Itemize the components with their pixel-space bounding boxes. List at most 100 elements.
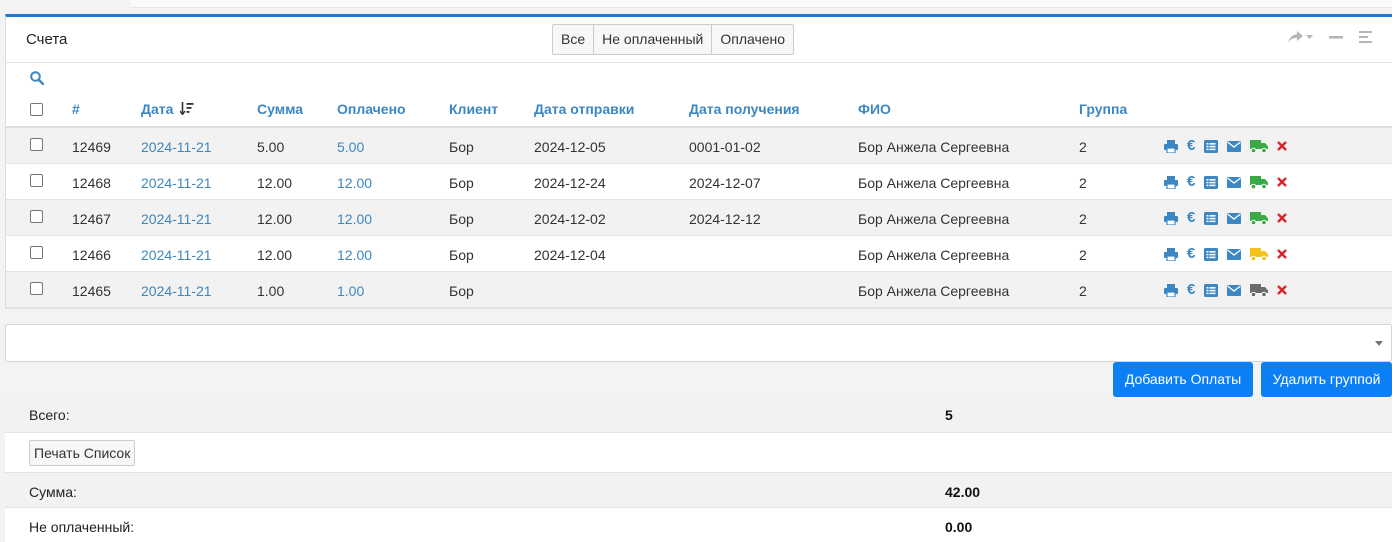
list-icon[interactable] <box>1204 211 1219 225</box>
table-row: 12468 2024-11-21 12.00 12.00 Бор 2024-12-24 20… <box>6 164 1392 200</box>
cell-client: Бор <box>449 283 474 299</box>
cell-client: Бор <box>449 175 474 191</box>
cell-paid[interactable]: 5.00 <box>337 139 364 155</box>
table-row: 12465 2024-11-21 1.00 1.00 Бор Бор Анжела Сер… <box>6 272 1392 308</box>
sort-desc-icon <box>179 102 194 116</box>
truck-icon[interactable] <box>1250 247 1269 261</box>
column-header-sent-date[interactable]: Дата отправки <box>534 101 634 117</box>
delete-icon[interactable] <box>1277 141 1288 151</box>
delete-icon[interactable] <box>1277 249 1288 259</box>
filter-paid-button[interactable]: Оплачено <box>712 25 793 54</box>
cell-date[interactable]: 2024-11-21 <box>141 175 212 191</box>
cell-group: 2 <box>1079 211 1087 227</box>
summary-sum-value: 42.00 <box>945 484 981 500</box>
delete-group-button[interactable]: Удалить группой <box>1261 362 1392 397</box>
summary-unpaid-row: Не оплаченный: 0.00 <box>5 508 1392 542</box>
summary-sum-row: Сумма: 42.00 <box>5 473 1392 508</box>
cell-num: 12469 <box>72 139 111 155</box>
row-checkbox[interactable] <box>30 282 43 295</box>
share-icon <box>1288 31 1303 43</box>
envelope-icon[interactable] <box>1227 212 1242 224</box>
cell-group: 2 <box>1079 139 1087 155</box>
cell-client: Бор <box>449 139 474 155</box>
cell-received-date: 0001-01-02 <box>689 139 761 155</box>
cell-date[interactable]: 2024-11-21 <box>141 247 212 263</box>
cell-paid[interactable]: 12.00 <box>337 211 372 227</box>
euro-icon[interactable]: € <box>1187 282 1195 298</box>
row-checkbox[interactable] <box>30 138 43 151</box>
column-header-group[interactable]: Группа <box>1079 101 1127 117</box>
euro-icon[interactable]: € <box>1187 174 1195 190</box>
cell-paid[interactable]: 1.00 <box>337 283 364 299</box>
print-icon[interactable] <box>1164 247 1178 261</box>
cell-group: 2 <box>1079 283 1087 299</box>
row-actions: € <box>1164 138 1288 154</box>
row-actions: € <box>1164 246 1288 262</box>
envelope-icon[interactable] <box>1227 248 1242 260</box>
print-icon[interactable] <box>1164 139 1178 153</box>
column-header-sum[interactable]: Сумма <box>257 101 303 117</box>
envelope-icon[interactable] <box>1227 284 1242 296</box>
cell-received-date: 2024-12-12 <box>689 211 761 227</box>
summary-unpaid-value: 0.00 <box>945 519 973 535</box>
list-icon[interactable] <box>1204 139 1219 153</box>
envelope-icon[interactable] <box>1227 176 1242 188</box>
cell-client: Бор <box>449 211 474 227</box>
filter-unpaid-button[interactable]: Не оплаченный <box>594 25 713 54</box>
table-row: 12467 2024-11-21 12.00 12.00 Бор 2024-12-02 20… <box>6 200 1392 236</box>
cell-sent-date: 2024-12-02 <box>534 211 606 227</box>
column-header-fio[interactable]: ФИО <box>858 101 891 117</box>
cell-paid[interactable]: 12.00 <box>337 247 372 263</box>
row-checkbox[interactable] <box>30 174 43 187</box>
summary-print-row: Печать Список <box>5 433 1392 473</box>
print-icon[interactable] <box>1164 211 1178 225</box>
delete-icon[interactable] <box>1277 213 1288 223</box>
list-icon[interactable] <box>1204 175 1219 189</box>
print-icon[interactable] <box>1164 283 1178 297</box>
column-header-client[interactable]: Клиент <box>449 101 498 117</box>
summary-sum-label: Сумма: <box>29 484 77 500</box>
summary-total-value: 5 <box>945 407 953 423</box>
euro-icon[interactable]: € <box>1187 210 1195 226</box>
cell-paid[interactable]: 12.00 <box>337 175 372 191</box>
align-left-icon[interactable] <box>1359 31 1372 43</box>
euro-icon[interactable]: € <box>1187 246 1195 262</box>
truck-icon[interactable] <box>1250 211 1269 225</box>
share-dropdown[interactable] <box>1288 31 1313 43</box>
select-all-checkbox[interactable] <box>30 103 43 116</box>
cell-date[interactable]: 2024-11-21 <box>141 211 212 227</box>
column-header-date[interactable]: Дата <box>141 101 194 117</box>
truck-icon[interactable] <box>1250 175 1269 189</box>
filter-all-button[interactable]: Все <box>553 25 595 54</box>
table-row: 12469 2024-11-21 5.00 5.00 Бор 2024-12-05 0001… <box>6 128 1392 164</box>
euro-icon[interactable]: € <box>1187 138 1195 154</box>
delete-icon[interactable] <box>1277 285 1288 295</box>
minimize-icon[interactable] <box>1329 35 1343 39</box>
list-icon[interactable] <box>1204 247 1219 261</box>
truck-icon[interactable] <box>1250 283 1269 297</box>
search-icon[interactable] <box>30 71 44 85</box>
row-actions: € <box>1164 282 1288 298</box>
print-list-button[interactable]: Печать Список <box>29 440 136 466</box>
add-payments-button[interactable]: Добавить Оплаты <box>1113 362 1253 397</box>
print-icon[interactable] <box>1164 175 1178 189</box>
envelope-icon[interactable] <box>1227 140 1242 152</box>
table-row: 12466 2024-11-21 12.00 12.00 Бор 2024-12-04 Бо… <box>6 236 1392 272</box>
row-checkbox[interactable] <box>30 210 43 223</box>
column-header-received-date[interactable]: Дата получения <box>689 101 800 117</box>
cell-date[interactable]: 2024-11-21 <box>141 139 212 155</box>
cell-fio: Бор Анжела Сергеевна <box>858 247 1010 263</box>
bulk-action-select[interactable] <box>5 324 1392 362</box>
truck-icon[interactable] <box>1250 139 1269 153</box>
cell-received-date: 2024-12-07 <box>689 175 761 191</box>
cell-client: Бор <box>449 247 474 263</box>
column-header-num[interactable]: # <box>72 101 80 117</box>
delete-icon[interactable] <box>1277 177 1288 187</box>
column-header-paid[interactable]: Оплачено <box>337 101 406 117</box>
cell-sum: 12.00 <box>257 247 293 263</box>
row-checkbox[interactable] <box>30 246 43 259</box>
list-icon[interactable] <box>1204 283 1219 297</box>
cell-date[interactable]: 2024-11-21 <box>141 283 212 299</box>
cell-sum: 12.00 <box>257 175 293 191</box>
cell-group: 2 <box>1079 247 1087 263</box>
